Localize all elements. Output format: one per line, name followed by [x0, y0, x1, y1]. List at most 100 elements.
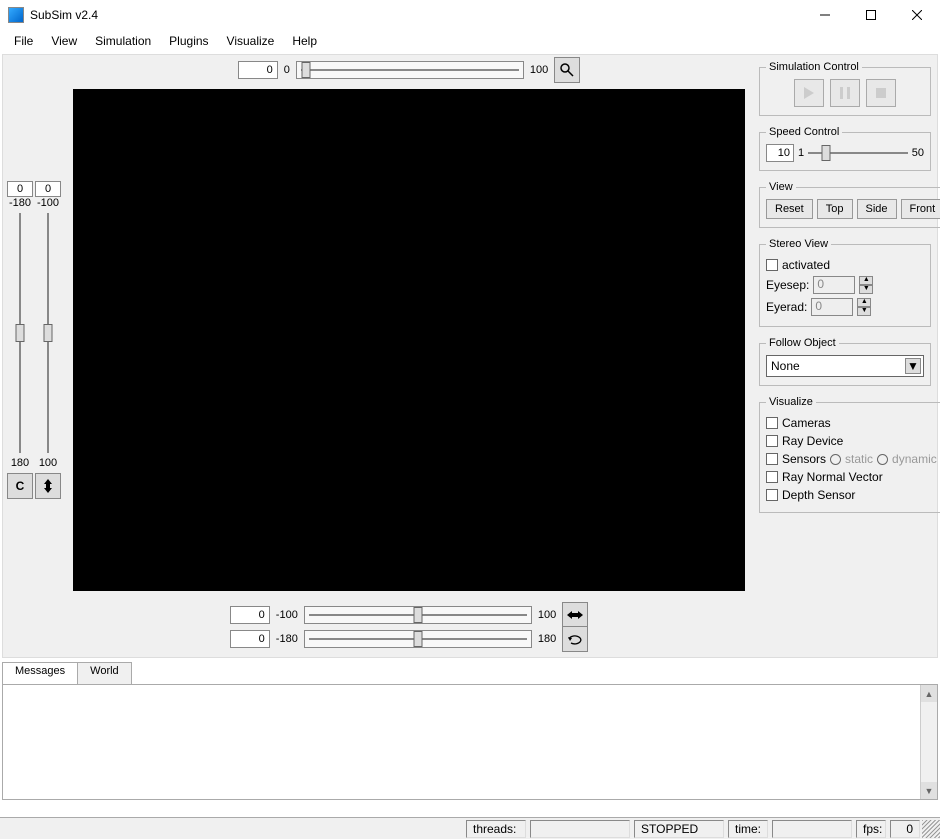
- vis-raynormal-checkbox[interactable]: [766, 471, 778, 483]
- top-slider[interactable]: [296, 61, 524, 79]
- top-slider-max: 100: [530, 64, 548, 76]
- minimize-button[interactable]: [802, 0, 848, 30]
- vis-cameras-checkbox[interactable]: [766, 417, 778, 429]
- view-top-button[interactable]: Top: [817, 199, 853, 219]
- bslider1-min: -100: [276, 609, 298, 621]
- vslider-a-max: 180: [11, 457, 29, 469]
- speed-control-legend: Speed Control: [766, 126, 842, 138]
- view-front-button[interactable]: Front: [901, 199, 940, 219]
- stereo-view-group: Stereo View activated Eyesep:0▲▼ Eyerad:…: [759, 238, 931, 327]
- workspace: 0 -180 180 0 -100 100 C 0 0 100: [2, 54, 938, 658]
- view-reset-button[interactable]: Reset: [766, 199, 813, 219]
- follow-object-legend: Follow Object: [766, 337, 839, 349]
- resize-grip-icon[interactable]: [922, 820, 940, 838]
- tool-button-c[interactable]: C: [7, 473, 33, 499]
- pause-button[interactable]: [830, 79, 860, 107]
- vslider-b-max: 100: [39, 457, 57, 469]
- eyerad-down[interactable]: ▼: [857, 307, 871, 316]
- menu-view[interactable]: View: [43, 32, 85, 50]
- vslider-a[interactable]: [11, 213, 29, 453]
- messages-panel: ▲ ▼: [2, 684, 938, 800]
- title-bar: SubSim v2.4: [0, 0, 940, 30]
- follow-object-combo[interactable]: None ▼: [766, 355, 924, 377]
- status-bar: threads: STOPPED time: fps: 0: [0, 817, 940, 839]
- maximize-button[interactable]: [848, 0, 894, 30]
- status-fps-value: 0: [890, 820, 920, 838]
- status-threads-value: [530, 820, 630, 838]
- speed-min: 1: [798, 147, 804, 159]
- vslider-a-min: -180: [9, 197, 31, 209]
- vis-static-label: static: [845, 452, 873, 466]
- view-group: View Reset Top Side Front: [759, 181, 940, 228]
- vslider-a-value: 0: [7, 181, 33, 197]
- simulation-control-legend: Simulation Control: [766, 61, 862, 73]
- eyerad-up[interactable]: ▲: [857, 298, 871, 307]
- menu-file[interactable]: File: [6, 32, 41, 50]
- vis-sensors-checkbox[interactable]: [766, 453, 778, 465]
- scrollbar[interactable]: ▲ ▼: [920, 685, 937, 799]
- play-button[interactable]: [794, 79, 824, 107]
- menu-simulation[interactable]: Simulation: [87, 32, 159, 50]
- window-title: SubSim v2.4: [30, 8, 802, 22]
- status-time-value: [772, 820, 852, 838]
- vis-static-radio: [830, 454, 841, 465]
- view-legend: View: [766, 181, 796, 193]
- menu-visualize[interactable]: Visualize: [219, 32, 283, 50]
- horizontal-arrows-icon[interactable]: [562, 602, 588, 628]
- stereo-activated-checkbox[interactable]: [766, 259, 778, 271]
- bslider1-max: 100: [538, 609, 556, 621]
- menu-help[interactable]: Help: [284, 32, 325, 50]
- menu-bar: File View Simulation Plugins Visualize H…: [0, 30, 940, 52]
- eyerad-label: Eyerad:: [766, 300, 807, 314]
- stop-button[interactable]: [866, 79, 896, 107]
- top-slider-value: 0: [238, 61, 278, 79]
- simulation-control-group: Simulation Control: [759, 61, 931, 116]
- tab-messages[interactable]: Messages: [2, 662, 78, 684]
- speed-max: 50: [912, 147, 924, 159]
- bslider2[interactable]: [304, 630, 532, 648]
- eyerad-input[interactable]: 0: [811, 298, 853, 316]
- app-icon: [8, 7, 24, 23]
- bottom-panel: Messages World ▲ ▼: [2, 662, 938, 800]
- follow-object-selected: None: [771, 359, 800, 373]
- vis-raydevice-checkbox[interactable]: [766, 435, 778, 447]
- speed-slider[interactable]: [808, 144, 908, 162]
- view-side-button[interactable]: Side: [857, 199, 897, 219]
- tool-button-vertical-arrows[interactable]: [35, 473, 61, 499]
- rotate-icon[interactable]: [562, 626, 588, 652]
- vis-dynamic-label: dynamic: [892, 452, 937, 466]
- status-fps-label: fps:: [856, 820, 886, 838]
- speed-control-group: Speed Control 10 1 50: [759, 126, 931, 171]
- vis-raydevice-label: Ray Device: [782, 434, 843, 448]
- bslider2-min: -180: [276, 633, 298, 645]
- tab-world[interactable]: World: [77, 662, 132, 684]
- bslider1-value: 0: [230, 606, 270, 624]
- menu-plugins[interactable]: Plugins: [161, 32, 216, 50]
- center-column: 0 0 100 0 -100 100 0 -180 180: [65, 55, 753, 657]
- zoom-button[interactable]: [554, 57, 580, 83]
- right-panel: Simulation Control Speed Control 10 1 50…: [753, 55, 937, 657]
- vis-depth-label: Depth Sensor: [782, 488, 855, 502]
- status-time-label: time:: [728, 820, 768, 838]
- top-slider-min: 0: [284, 64, 290, 76]
- vis-dynamic-radio: [877, 454, 888, 465]
- status-state: STOPPED: [634, 820, 724, 838]
- close-button[interactable]: [894, 0, 940, 30]
- eyesep-down[interactable]: ▼: [859, 285, 873, 294]
- vslider-b-value: 0: [35, 181, 61, 197]
- visualize-legend: Visualize: [766, 396, 816, 408]
- chevron-down-icon: ▼: [905, 358, 921, 374]
- bslider1[interactable]: [304, 606, 532, 624]
- vis-sensors-label: Sensors: [782, 452, 826, 466]
- scroll-up-icon[interactable]: ▲: [921, 685, 937, 702]
- follow-object-group: Follow Object None ▼: [759, 337, 931, 386]
- scroll-down-icon[interactable]: ▼: [921, 782, 937, 799]
- vis-cameras-label: Cameras: [782, 416, 831, 430]
- vslider-b[interactable]: [39, 213, 57, 453]
- visualize-group: Visualize Cameras Ray Device Sensors sta…: [759, 396, 940, 513]
- eyesep-up[interactable]: ▲: [859, 276, 873, 285]
- eyesep-input[interactable]: 0: [813, 276, 855, 294]
- viewport-3d[interactable]: [73, 89, 745, 591]
- vis-depth-checkbox[interactable]: [766, 489, 778, 501]
- vis-raynormal-label: Ray Normal Vector: [782, 470, 883, 484]
